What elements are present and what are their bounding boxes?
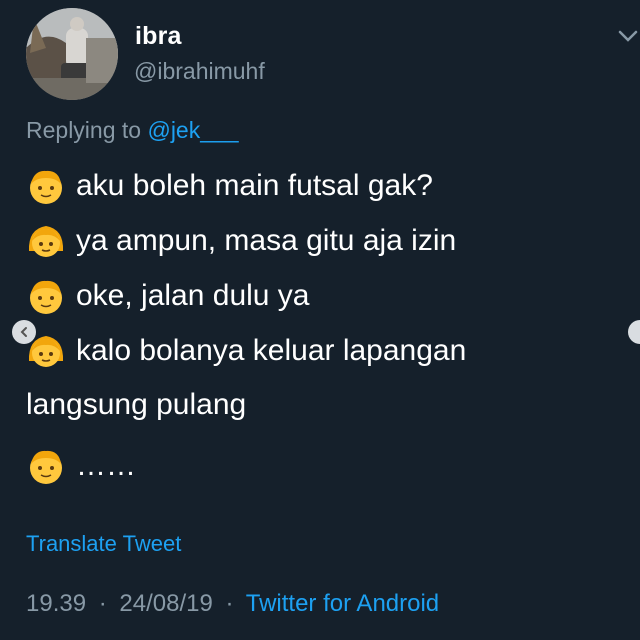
chevron-down-icon[interactable]	[616, 26, 640, 46]
display-name[interactable]: ibra	[135, 22, 182, 51]
replying-prefix: Replying to	[26, 117, 142, 143]
tweet-date[interactable]: 24/08/19	[119, 590, 212, 617]
tweet-line: aku boleh main futsal gak?	[26, 166, 433, 206]
reply-mention-link[interactable]: @jek___	[147, 117, 238, 143]
user-handle[interactable]: @ibrahimuhf	[134, 58, 265, 85]
tweet-meta: 19.39 · 24/08/19 · Twitter for Android	[26, 590, 439, 618]
tweet-line-text: ……	[76, 449, 136, 482]
boy-face-icon	[30, 450, 62, 484]
girl-face-icon	[28, 226, 64, 257]
meta-separator: ·	[225, 590, 234, 617]
tweet-line: kalo bolanya keluar lapangan	[26, 331, 466, 371]
translate-tweet-link[interactable]: Translate Tweet	[26, 531, 181, 557]
tweet-card: ibra @ibrahimuhf Replying to @jek___ aku…	[0, 0, 640, 640]
tweet-line-text: langsung pulang	[26, 388, 247, 421]
carousel-next-button[interactable]	[628, 320, 640, 344]
tweet-line: ……	[26, 446, 136, 486]
tweet-client-link[interactable]: Twitter for Android	[246, 590, 439, 617]
tweet-line-text: aku boleh main futsal gak?	[76, 169, 433, 202]
carousel-prev-button[interactable]	[12, 320, 36, 344]
tweet-line-text: ya ampun, masa gitu aja izin	[76, 224, 457, 257]
replying-to: Replying to @jek___	[26, 117, 239, 144]
tweet-line: ya ampun, masa gitu aja izin	[26, 221, 456, 261]
tweet-line: oke, jalan dulu ya	[26, 276, 310, 316]
tweet-line-text: kalo bolanya keluar lapangan	[76, 334, 467, 367]
meta-separator: ·	[98, 590, 107, 617]
chevron-left-icon	[20, 327, 27, 337]
tweet-line-text: oke, jalan dulu ya	[76, 279, 310, 312]
tweet-line: langsung pulang	[26, 388, 246, 422]
tweet-time[interactable]: 19.39	[26, 590, 86, 617]
avatar-photo	[26, 8, 118, 100]
boy-face-icon	[30, 280, 62, 314]
boy-face-icon	[30, 170, 62, 204]
avatar[interactable]	[26, 8, 118, 100]
